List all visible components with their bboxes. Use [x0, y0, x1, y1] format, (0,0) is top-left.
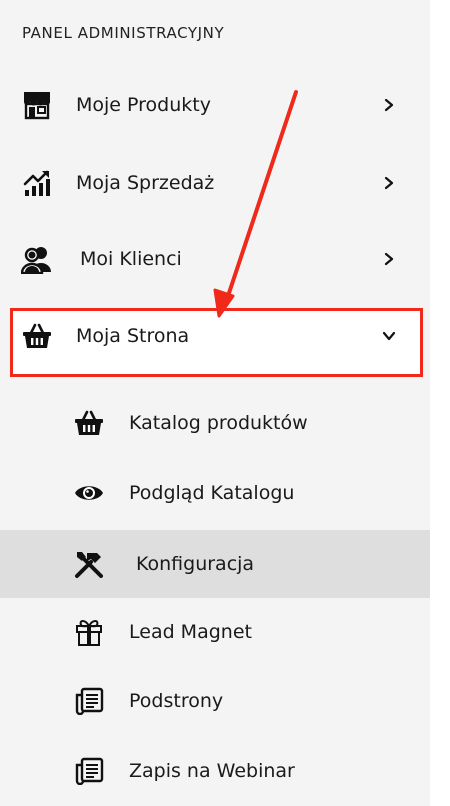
- chevron-right-icon: [378, 248, 400, 270]
- menu-item-moi-klienci[interactable]: Moi Klienci: [0, 224, 430, 294]
- store-icon: [20, 88, 54, 122]
- eye-icon: [72, 476, 106, 510]
- submenu-item-lead-magnet[interactable]: Lead Magnet: [0, 598, 430, 666]
- menu-item-moja-strona[interactable]: Moja Strona: [0, 301, 430, 371]
- submenu-item-label: Konfiguracja: [136, 553, 255, 575]
- menu-item-moja-sprzedaz[interactable]: Moja Sprzedaż: [0, 148, 430, 218]
- menu-item-label: Moja Sprzedaż: [76, 172, 215, 194]
- pages-icon: [72, 754, 106, 788]
- submenu-item-label: Podgląd Katalogu: [129, 482, 295, 504]
- admin-sidebar: PANEL ADMINISTRACYJNY Moje Produkty Moja…: [0, 0, 430, 806]
- menu-item-label: Moja Strona: [76, 325, 190, 347]
- submenu-item-podglad-katalogu[interactable]: Podgląd Katalogu: [0, 459, 430, 527]
- clients-icon: [20, 242, 54, 276]
- menu-item-label: Moi Klienci: [80, 248, 182, 270]
- basket-icon: [20, 319, 54, 353]
- submenu-item-label: Lead Magnet: [129, 621, 252, 643]
- submenu-item-label: Podstrony: [129, 690, 224, 712]
- chevron-right-icon: [378, 94, 400, 116]
- panel-title: PANEL ADMINISTRACYJNY: [22, 24, 225, 42]
- gift-icon: [72, 615, 106, 649]
- sales-chart-icon: [20, 166, 54, 200]
- submenu-item-zapis-na-webinar[interactable]: Zapis na Webinar: [0, 737, 430, 805]
- submenu-item-label: Zapis na Webinar: [129, 760, 295, 782]
- menu-item-label: Moje Produkty: [76, 94, 211, 116]
- submenu-item-podstrony[interactable]: Podstrony: [0, 667, 430, 735]
- chevron-down-icon: [378, 325, 400, 347]
- submenu-item-konfiguracja[interactable]: Konfiguracja: [0, 530, 430, 598]
- pages-icon: [72, 684, 106, 718]
- tools-icon: [72, 547, 106, 581]
- chevron-right-icon: [378, 172, 400, 194]
- menu-item-moje-produkty[interactable]: Moje Produkty: [0, 70, 430, 140]
- basket-icon: [72, 406, 106, 440]
- submenu-item-label: Katalog produktów: [129, 412, 308, 434]
- submenu-item-katalog-produktow[interactable]: Katalog produktów: [0, 389, 430, 457]
